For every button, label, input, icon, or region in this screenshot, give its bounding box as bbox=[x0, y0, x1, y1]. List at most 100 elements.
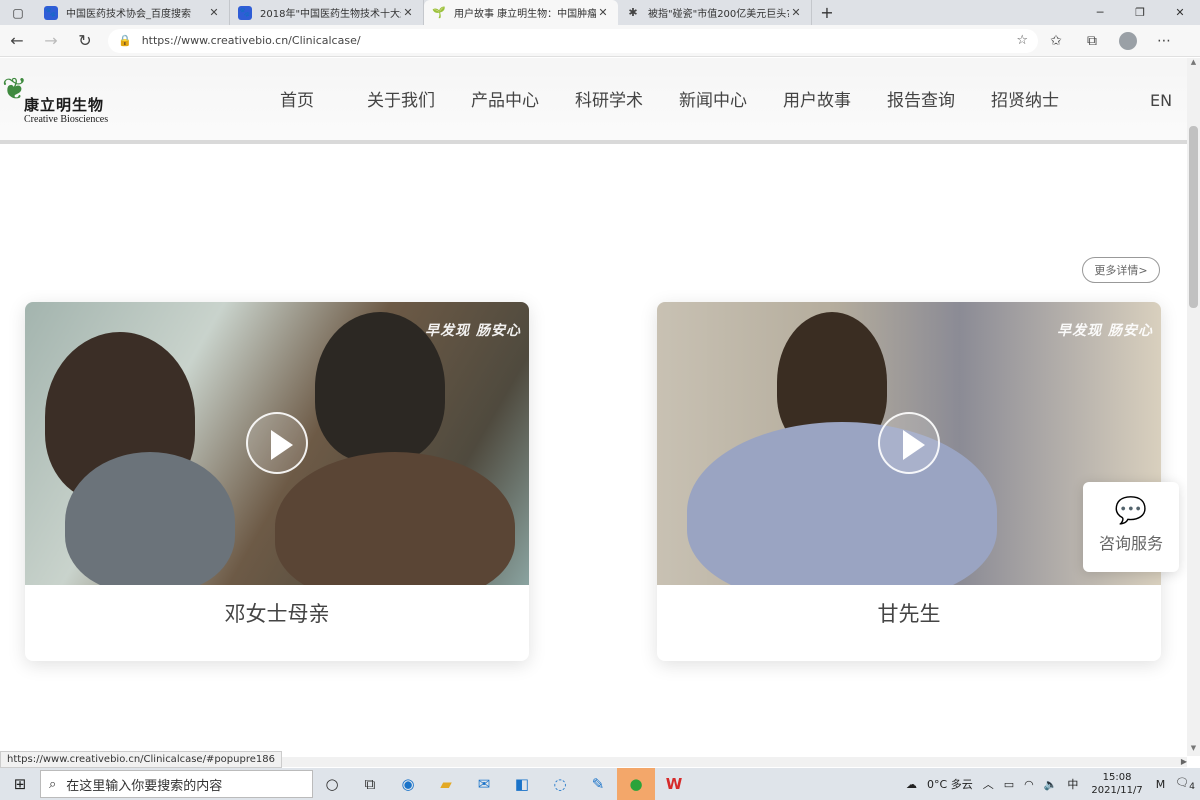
pen-app-icon[interactable]: ✎ bbox=[579, 768, 617, 800]
scroll-up-icon[interactable]: ▲ bbox=[1187, 58, 1200, 70]
wechat-icon[interactable]: ● bbox=[617, 768, 655, 800]
weather-icon[interactable]: ☁ bbox=[901, 778, 922, 791]
horizontal-scrollbar[interactable]: ▶ bbox=[234, 757, 1187, 767]
tab-actions-icon[interactable]: ▢ bbox=[0, 0, 36, 25]
nav-research[interactable]: 科研学术 bbox=[557, 58, 661, 144]
thumbnail-figure bbox=[687, 422, 997, 585]
nav-news[interactable]: 新闻中心 bbox=[661, 58, 765, 144]
thumbnail-figure bbox=[65, 452, 235, 585]
taskbar: ⊞ ⌕ 在这里输入你要搜索的内容 ○ ⧉ ◉ ▰ ✉ ◧ ◌ ✎ ● W ☁ 0… bbox=[0, 768, 1200, 800]
volume-icon[interactable]: 🔈 bbox=[1039, 778, 1063, 791]
weather-text[interactable]: 0°C 多云 bbox=[922, 776, 978, 792]
consult-service-widget[interactable]: 💬 咨询服务 bbox=[1083, 482, 1179, 572]
leaf-icon: 🌱 bbox=[432, 6, 446, 19]
tab-1[interactable]: 🐾 2018年"中国医药生物技术十大进 ✕ bbox=[230, 0, 424, 25]
nav-careers[interactable]: 招贤纳士 bbox=[973, 58, 1077, 144]
profile-avatar[interactable] bbox=[1110, 25, 1146, 57]
tab-3[interactable]: ✱ 被指"碰瓷"市值200亿美元巨头? ✕ bbox=[618, 0, 812, 25]
search-icon: ⌕ bbox=[49, 776, 57, 792]
wps-icon[interactable]: W bbox=[655, 768, 693, 800]
clock-time: 15:08 bbox=[1102, 772, 1132, 783]
tab-title: 中国医药技术协会_百度搜索 bbox=[66, 9, 191, 20]
tab-title: 2018年"中国医药生物技术十大进 bbox=[260, 9, 401, 20]
mail-icon[interactable]: ✉ bbox=[465, 768, 503, 800]
story-name[interactable]: 邓女士母亲 bbox=[25, 585, 529, 661]
window-controls: ─ ❐ ✕ bbox=[1080, 0, 1200, 25]
story-card[interactable]: 早发现 肠安心 邓女士母亲 bbox=[25, 302, 529, 661]
ime-indicator[interactable]: 中 bbox=[1062, 776, 1083, 792]
chat-bubble-icon: 💬 bbox=[1114, 496, 1148, 526]
cortana-icon[interactable]: ○ bbox=[313, 768, 351, 800]
nav-report-query[interactable]: 报告查询 bbox=[869, 58, 973, 144]
scrollbar-thumb[interactable] bbox=[1189, 126, 1198, 308]
scroll-right-icon[interactable]: ▶ bbox=[1181, 757, 1187, 766]
task-view-icon[interactable]: ⧉ bbox=[351, 768, 389, 800]
new-tab-button[interactable]: + bbox=[812, 0, 842, 25]
vertical-scrollbar[interactable]: ▲ ▼ bbox=[1187, 58, 1200, 756]
chevron-up-icon[interactable]: ︿ bbox=[978, 776, 999, 792]
close-window-icon[interactable]: ✕ bbox=[1160, 0, 1200, 25]
minimize-icon[interactable]: ─ bbox=[1080, 0, 1120, 25]
more-menu-icon[interactable]: ⋯ bbox=[1146, 25, 1182, 57]
close-icon[interactable]: ✕ bbox=[596, 6, 610, 19]
windows-start-icon[interactable]: ⊞ bbox=[0, 768, 40, 800]
address-bar: ← → ↻ 🔒 https://www.creativebio.cn/Clini… bbox=[0, 25, 1200, 57]
tab-2[interactable]: 🌱 用户故事 康立明生物：中国肿瘤 ✕ bbox=[424, 0, 618, 25]
more-details-button[interactable]: 更多详情> bbox=[1082, 257, 1160, 283]
system-tray: ☁ 0°C 多云 ︿ ▭ ◠ 🔈 中 15:08 2021/11/7 Ⅿ 🗨4 bbox=[901, 768, 1200, 800]
language-switch[interactable]: EN bbox=[1150, 58, 1172, 144]
avatar bbox=[1119, 31, 1137, 50]
thumbnail-figure bbox=[275, 452, 515, 585]
site-logo[interactable]: ❦ 康立明生物 Creative Biosciences bbox=[0, 68, 130, 132]
consult-label: 咨询服务 bbox=[1098, 534, 1163, 553]
nav-user-stories[interactable]: 用户故事 bbox=[765, 58, 869, 144]
restore-icon[interactable]: ❐ bbox=[1120, 0, 1160, 25]
taskbar-search-placeholder: 在这里输入你要搜索的内容 bbox=[66, 778, 223, 794]
baidu-icon: 🐾 bbox=[238, 5, 252, 20]
play-icon[interactable] bbox=[246, 412, 308, 474]
tab-title: 被指"碰瓷"市值200亿美元巨头? bbox=[648, 9, 789, 20]
network-icon[interactable]: ◠ bbox=[1019, 778, 1039, 791]
outlook-icon[interactable]: ◧ bbox=[503, 768, 541, 800]
close-icon[interactable]: ✕ bbox=[789, 6, 803, 19]
nav-home[interactable]: 首页 bbox=[245, 58, 349, 144]
favorites-icon[interactable]: ✩ bbox=[1038, 25, 1074, 57]
video-thumbnail[interactable]: 早发现 肠安心 bbox=[25, 302, 529, 585]
clock-date: 2021/11/7 bbox=[1091, 785, 1143, 796]
file-explorer-icon[interactable]: ▰ bbox=[427, 768, 465, 800]
main-nav: 首页 关于我们 产品中心 科研学术 新闻中心 用户故事 报告查询 招贤纳士 bbox=[245, 58, 1077, 144]
url-field[interactable]: 🔒 https://www.creativebio.cn/Clinicalcas… bbox=[108, 28, 1038, 53]
notification-count: 4 bbox=[1189, 781, 1195, 793]
back-icon[interactable]: ← bbox=[0, 25, 34, 57]
nav-about[interactable]: 关于我们 bbox=[349, 58, 453, 144]
forward-icon[interactable]: → bbox=[34, 25, 68, 57]
ime-mode-icon[interactable]: Ⅿ bbox=[1151, 778, 1171, 791]
edge-icon[interactable]: ◉ bbox=[389, 768, 427, 800]
refresh-icon[interactable]: ↻ bbox=[68, 25, 102, 57]
logo-cn-text: 康立明生物 bbox=[24, 96, 105, 114]
web-page: ❦ 康立明生物 Creative Biosciences 首页 关于我们 产品中… bbox=[0, 58, 1187, 756]
story-card[interactable]: 早发现 肠安心 甘先生 bbox=[657, 302, 1161, 661]
taskbar-search[interactable]: ⌕ 在这里输入你要搜索的内容 bbox=[40, 770, 313, 798]
video-slogan: 早发现 肠安心 bbox=[1057, 323, 1153, 339]
lock-icon[interactable]: 🔒 bbox=[118, 34, 132, 47]
close-icon[interactable]: ✕ bbox=[207, 6, 221, 19]
baidu-icon: 🐾 bbox=[44, 5, 58, 20]
bug-icon: ✱ bbox=[628, 6, 638, 19]
tab-bar: ▢ 🐾 中国医药技术协会_百度搜索 ✕ 🐾 2018年"中国医药生物技术十大进 … bbox=[0, 0, 1200, 25]
collections-icon[interactable]: ⧉ bbox=[1074, 25, 1110, 57]
logo-en-text: Creative Biosciences bbox=[24, 114, 109, 125]
story-name[interactable]: 甘先生 bbox=[657, 585, 1161, 661]
tab-title: 用户故事 康立明生物：中国肿瘤 bbox=[454, 9, 596, 20]
close-icon[interactable]: ✕ bbox=[401, 6, 415, 19]
clock[interactable]: 15:08 2021/11/7 bbox=[1083, 771, 1150, 797]
battery-icon[interactable]: ▭ bbox=[999, 778, 1019, 791]
play-icon[interactable] bbox=[878, 412, 940, 474]
scroll-down-icon[interactable]: ▼ bbox=[1187, 744, 1200, 756]
tab-0[interactable]: 🐾 中国医药技术协会_百度搜索 ✕ bbox=[36, 0, 230, 25]
url-text[interactable]: https://www.creativebio.cn/Clinicalcase/ bbox=[142, 34, 1017, 47]
favorite-star-icon[interactable]: ☆ bbox=[1016, 33, 1028, 48]
notification-icon[interactable]: 🗨4 bbox=[1170, 776, 1200, 792]
chat-app-icon[interactable]: ◌ bbox=[541, 768, 579, 800]
nav-products[interactable]: 产品中心 bbox=[453, 58, 557, 144]
